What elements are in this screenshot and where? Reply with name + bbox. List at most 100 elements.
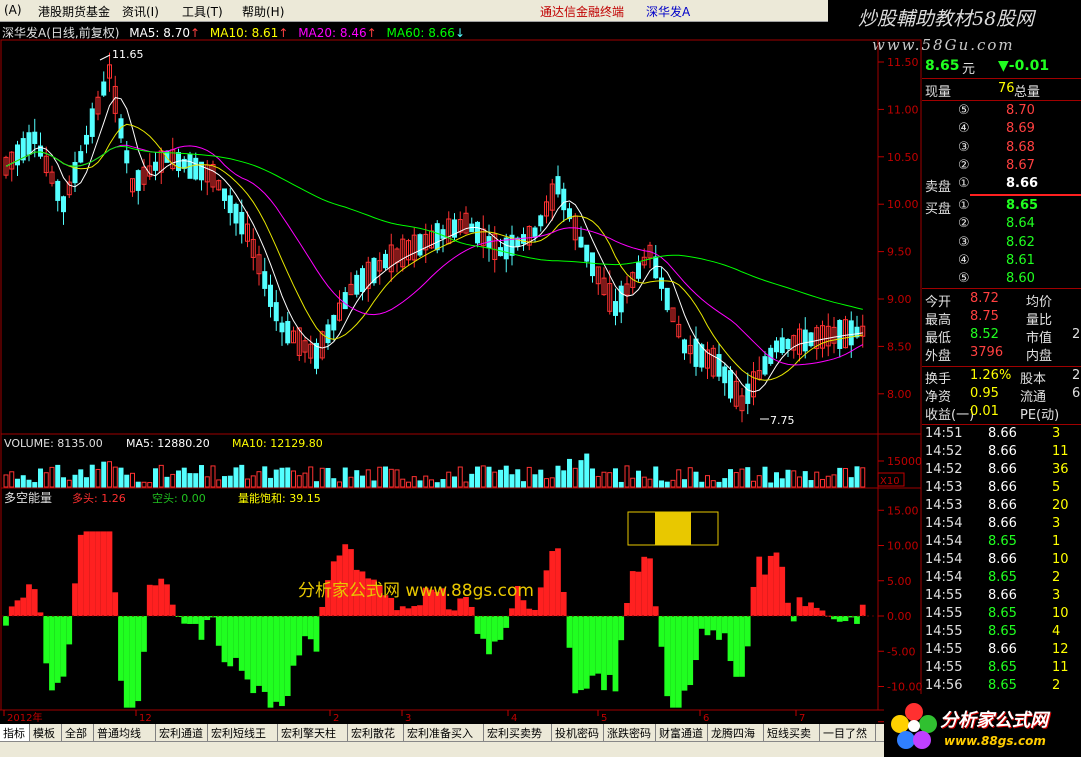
tab-6[interactable]: 宏利擎天柱 — [278, 724, 348, 741]
tab-12[interactable]: 财富通道 — [656, 724, 708, 741]
ask-level-icon: ① — [958, 176, 970, 192]
energy-bar — [606, 616, 613, 675]
volume-bar — [9, 471, 15, 488]
tick-price: 8.65 — [988, 624, 1017, 639]
price-y-tick-label: 9.50 — [887, 246, 912, 259]
volume-bar — [831, 474, 837, 488]
energy-bar — [302, 616, 308, 637]
volume-bar — [802, 471, 808, 488]
ask-price: 8.69 — [1006, 121, 1035, 137]
candle-body — [561, 188, 567, 211]
energy-bar — [411, 606, 418, 616]
tick-row: 14:53 8.66 5 — [922, 480, 1081, 498]
tab-13[interactable]: 龙腾四海 — [708, 724, 764, 741]
volume-bar — [388, 468, 394, 488]
ma10-up-arrow-icon: ↑ — [278, 26, 289, 40]
tick-row: 14:55 8.65 11 — [922, 660, 1081, 678]
indicator-y-tick-label: 10.00 — [887, 540, 919, 553]
volume-bar — [613, 468, 618, 488]
tab-1[interactable]: 模板 — [30, 724, 62, 741]
volume-bar — [457, 466, 463, 488]
energy-bar — [595, 616, 602, 674]
tab-7[interactable]: 宏利散花 — [348, 724, 404, 741]
tick-price: 8.66 — [988, 498, 1017, 513]
tab-0[interactable]: 指标 — [0, 724, 30, 741]
tab-9[interactable]: 宏利买卖势 — [484, 724, 552, 741]
volume-bar — [555, 465, 561, 488]
volume-bar — [61, 477, 66, 488]
volume-bar — [411, 476, 417, 488]
candle-body — [722, 366, 728, 384]
volume-bar — [745, 467, 751, 488]
candle-body — [613, 301, 618, 316]
stat-label: 最高 — [925, 313, 952, 328]
tab-10[interactable]: 投机密码 — [552, 724, 604, 741]
separator — [922, 288, 1081, 289]
tick-volume: 3 — [1052, 588, 1061, 603]
energy-bar — [417, 605, 423, 616]
current-volume-value: 76 — [998, 81, 1015, 96]
energy-bar — [698, 616, 705, 629]
volume-bar — [820, 478, 825, 488]
candle-body — [618, 285, 624, 313]
volume-bar — [245, 478, 250, 488]
volume-bar — [72, 474, 78, 488]
x-tick-label: 5 — [601, 713, 607, 724]
tab-15[interactable]: 一目了然 — [820, 724, 876, 741]
tick-row: 14:55 8.66 12 — [922, 642, 1081, 660]
flower-logo-icon — [891, 703, 937, 749]
bid-price: 8.64 — [1006, 216, 1035, 232]
energy-bar — [267, 616, 274, 708]
volume-bar — [636, 470, 641, 488]
energy-bar — [20, 597, 27, 616]
tick-time: 14:54 — [925, 516, 963, 531]
energy-bar — [405, 608, 412, 616]
tick-price: 8.65 — [988, 534, 1017, 549]
volume-bar — [664, 481, 670, 488]
volume-bar — [825, 475, 831, 488]
tab-8[interactable]: 宏利准备买入 — [404, 724, 484, 741]
volume-ma5-label: MA5: 12880.20 — [126, 437, 210, 450]
energy-bar — [54, 616, 61, 683]
tab-14[interactable]: 短线买卖 — [764, 724, 820, 741]
energy-bar — [854, 616, 860, 624]
signal-box-fill — [655, 512, 691, 545]
ask-price: 8.66 — [1006, 176, 1039, 192]
energy-bar — [204, 616, 211, 621]
volume-bar — [624, 465, 630, 488]
volume-bar — [446, 471, 452, 488]
candle-body — [273, 302, 279, 322]
volume-bar — [774, 472, 779, 488]
energy-bar — [813, 607, 820, 616]
tick-price: 8.66 — [988, 642, 1017, 657]
volume-bar — [722, 478, 728, 488]
volume-bar — [406, 481, 411, 488]
energy-bar — [681, 616, 688, 691]
tab-3[interactable]: 普通均线 — [94, 724, 156, 741]
volume-bar — [647, 478, 653, 488]
candle-body — [26, 132, 32, 155]
volume-bar — [785, 469, 791, 488]
volume-bar — [699, 481, 705, 488]
ask-row: ⑤ 8.70 — [922, 103, 1081, 121]
volume-bar — [250, 475, 256, 488]
tab-5[interactable]: 宏利短线王 — [208, 724, 278, 741]
bid-level-icon: ④ — [958, 252, 970, 268]
energy-bar — [146, 584, 153, 616]
volume-bar — [365, 469, 371, 488]
energy-bar — [152, 585, 159, 616]
tab-2[interactable]: 全部 — [62, 724, 94, 741]
volume-bar — [515, 469, 521, 488]
energy-bar — [72, 583, 78, 616]
energy-bar — [215, 616, 222, 646]
kline-chart[interactable]: 11.50 11.00 10.50 10.00 9.50 9.00 8.50 8.00 11.6… — [0, 0, 922, 724]
tab-4[interactable]: 宏利通道 — [156, 724, 208, 741]
logo-line1: 分析家公式网 — [940, 710, 1048, 731]
volume-bar — [814, 471, 820, 488]
volume-bar — [641, 476, 647, 488]
volume-bar — [607, 472, 613, 488]
bid-row: ③ 8.62 — [922, 235, 1081, 253]
tick-volume: 2 — [1052, 678, 1061, 693]
tab-11[interactable]: 涨跌密码 — [604, 724, 656, 741]
high-marker-icon — [99, 54, 111, 61]
